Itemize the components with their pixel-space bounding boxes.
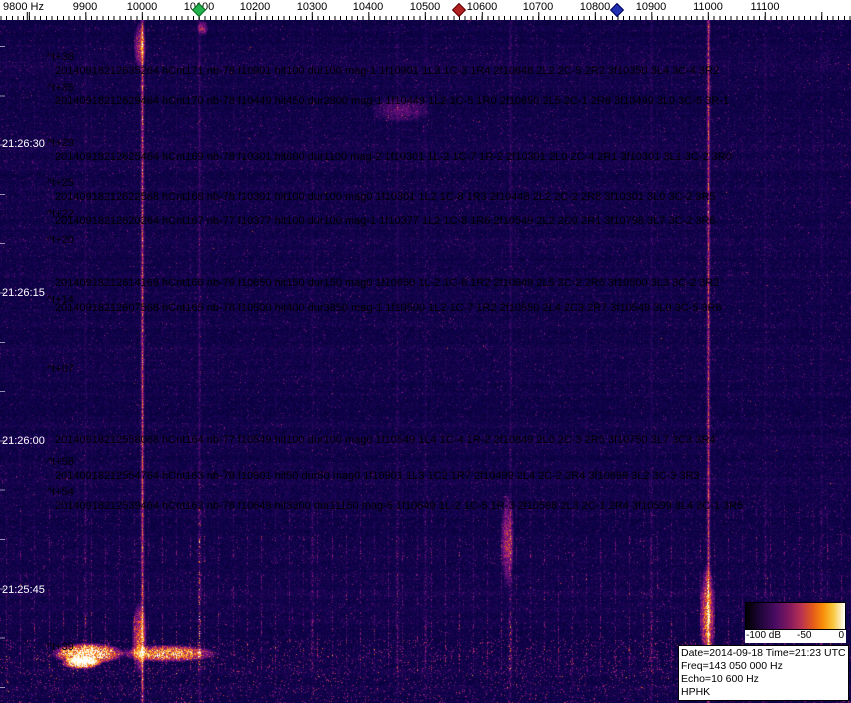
freq-tick-label: 9900 (73, 1, 97, 13)
freq-tick-label: 10400 (353, 1, 384, 13)
color-scale-labels: -100 dB -50 0 (745, 630, 846, 643)
log-time-marker: ^t+25 (47, 177, 74, 189)
log-time-marker: ^t+39 (47, 641, 74, 653)
freq-tick-label: 9800 Hz (3, 1, 44, 13)
time-label: 21:26:15 (2, 287, 45, 299)
info-frequency: Freq=143 050 000 Hz (681, 660, 846, 673)
frequency-ruler: 9800 Hz 9900 10000 10100 10200 10300 104… (0, 0, 851, 20)
log-time-marker: ^t+54 (47, 486, 74, 498)
time-label: 21:25:45 (2, 584, 45, 596)
freq-tick-label: 10200 (240, 1, 271, 13)
freq-tick-label: 11000 (693, 1, 723, 13)
time-label: 21:26:30 (2, 138, 45, 150)
freq-tick-label: 10500 (410, 1, 441, 13)
color-gradient-bar (745, 602, 846, 630)
log-detection-line: 20140918212539464 hCnt162 nb-78 f10649 h… (55, 500, 743, 512)
db-color-scale: -100 dB -50 0 (745, 602, 846, 643)
freq-tick-label: 10800 (580, 1, 611, 13)
status-info-box: Date=2014-09-18 Time=21:23 UTC Freq=143 … (678, 645, 849, 701)
log-detection-line: 20140918212635264 hCnt171 nb-78 f10901 h… (55, 65, 719, 77)
freq-tick-label: 10300 (297, 1, 328, 13)
log-time-marker: ^t+58 (47, 456, 74, 468)
log-detection-line: 20140918212629464 hCnt170 nb-78 f10449 h… (55, 95, 729, 107)
legend-max-label: 0 (838, 630, 844, 641)
freq-tick-label: 10700 (523, 1, 554, 13)
time-axis-ticks (0, 20, 5, 703)
log-time-marker: ^t+29 (47, 137, 74, 149)
freq-tick-label: 10000 (127, 1, 158, 13)
spectrogram-canvas (0, 20, 851, 703)
ruler-major-ticks (0, 12, 851, 20)
info-date-time: Date=2014-09-18 Time=21:23 UTC (681, 647, 846, 660)
time-label: 21:26:00 (2, 435, 45, 447)
log-detection-line: 20140918212607568 hCnt165 nb-78 f10500 h… (55, 302, 722, 314)
log-time-marker: ^t+38 (47, 51, 74, 63)
legend-min-label: -100 dB (746, 630, 781, 641)
log-detection-line: 20140918212558068 hCnt164 nb-77 f10549 h… (55, 434, 716, 446)
freq-tick-label: 11100 (751, 1, 780, 13)
log-time-marker: ^t+07 (47, 363, 74, 375)
info-echo-freq: Echo=10 600 Hz (681, 673, 846, 686)
freq-tick-label: 10600 (467, 1, 498, 13)
legend-mid-label: -50 (797, 630, 811, 641)
log-detection-line: 20140918212614168 hCnt166 nb-79 f10650 h… (55, 277, 719, 289)
meteor-echo-spectrogram-app: 9800 Hz 9900 10000 10100 10200 10300 104… (0, 0, 851, 703)
log-time-marker: ^t+35 (47, 82, 74, 94)
log-detection-line: 20140918212620264 hCnt167 nb-77 f10377 h… (55, 215, 716, 227)
log-detection-line: 20140918212622568 hCnt168 nb-78 f10301 h… (55, 191, 716, 203)
log-detection-line: 20140918212625464 hCnt169 nb-78 f10301 h… (55, 151, 732, 163)
log-time-marker: ^t+20 (47, 234, 74, 246)
freq-tick-label: 10900 (636, 1, 667, 13)
info-station-id: HPHK (681, 686, 846, 699)
log-detection-line: 20140918212554764 hCnt163 nb-78 f10901 h… (55, 470, 700, 482)
